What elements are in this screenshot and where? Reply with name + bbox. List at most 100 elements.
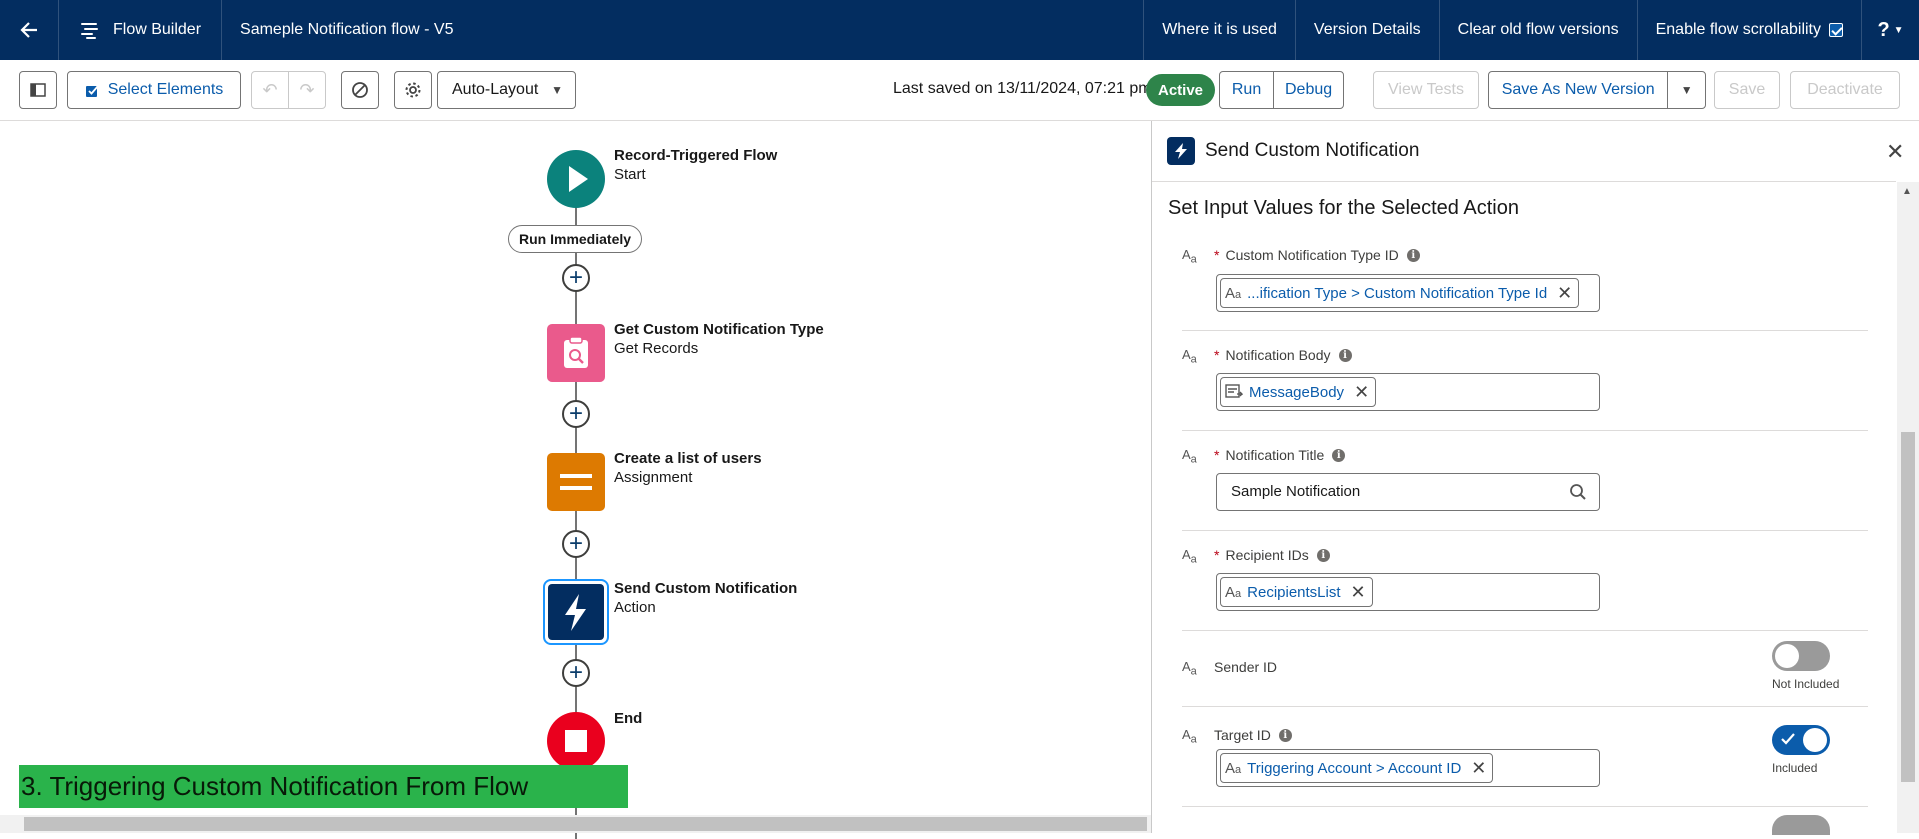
info-icon[interactable]: i (1338, 348, 1352, 362)
remove-icon[interactable]: ✕ (1557, 283, 1572, 304)
start-node[interactable] (546, 149, 606, 209)
scrollbar-thumb[interactable] (24, 817, 1147, 831)
recipient-ids-input[interactable]: Aa RecipientsList ✕ (1216, 573, 1600, 611)
app-name: Flow Builder (59, 0, 221, 60)
check-icon (1781, 733, 1795, 745)
chevron-down-icon: ▼ (1893, 24, 1904, 36)
field-label: * Recipient IDs i (1214, 547, 1330, 563)
add-element-button[interactable]: + (562, 400, 590, 428)
undo-button[interactable]: ↶ (251, 71, 289, 109)
next-field-toggle[interactable] (1772, 815, 1830, 835)
error-check-button[interactable] (341, 71, 379, 109)
scrollability-checkbox[interactable] (1829, 23, 1843, 37)
settings-button[interactable] (394, 71, 432, 109)
panel-icon (30, 83, 46, 97)
lightning-icon (543, 579, 609, 645)
resource-pill[interactable]: MessageBody ✕ (1220, 377, 1377, 407)
toggle-knob (1803, 728, 1827, 752)
last-saved-text: Last saved on 13/11/2024, 07:21 pm (893, 80, 1152, 97)
flow-name: Sameple Notification flow - V5 (240, 21, 454, 38)
vertical-scrollbar[interactable]: ▲ (1897, 182, 1919, 833)
save-as-new-version-button[interactable]: Save As New Version (1489, 72, 1667, 108)
resource-pill-label: MessageBody (1249, 383, 1345, 401)
enable-scrollability-toggle[interactable]: Enable flow scrollability (1636, 0, 1861, 60)
version-details-link[interactable]: Version Details (1294, 0, 1439, 60)
custom-notification-type-input[interactable]: Aa ...ification Type > Custom Notificati… (1216, 274, 1600, 312)
start-node-label: Record-Triggered Flow Start (614, 147, 777, 185)
gear-icon (405, 82, 421, 98)
input-value: Sample Notification (1231, 483, 1361, 500)
text-type-icon: Aa (1182, 727, 1197, 746)
section-heading: Set Input Values for the Selected Action (1168, 197, 1519, 219)
scrollbar-thumb[interactable] (1901, 432, 1915, 782)
resource-pill[interactable]: Aa RecipientsList ✕ (1220, 577, 1373, 607)
target-id-toggle[interactable] (1772, 725, 1830, 755)
add-element-button[interactable]: + (562, 530, 590, 558)
deactivate-button[interactable]: Deactivate (1790, 71, 1900, 109)
select-elements-label: Select Elements (107, 81, 224, 98)
get-records-node[interactable] (546, 323, 606, 383)
assignment-node[interactable] (546, 452, 606, 512)
toggle-state-label: Included (1772, 761, 1818, 775)
end-node[interactable] (546, 711, 606, 771)
prohibit-icon (352, 82, 368, 98)
debug-button[interactable]: Debug (1273, 72, 1343, 108)
info-icon[interactable]: i (1406, 248, 1420, 262)
select-elements-button[interactable]: Select Elements (67, 71, 241, 109)
toggle-panel-button[interactable] (19, 71, 57, 109)
properties-panel: Send Custom Notification ✕ Set Input Val… (1151, 121, 1919, 835)
run-button[interactable]: Run (1220, 72, 1273, 108)
where-used-link[interactable]: Where it is used (1143, 0, 1295, 60)
chevron-down-icon: ▼ (1680, 83, 1693, 97)
text-type-icon: Aa (1182, 247, 1197, 266)
caption-banner: 3. Triggering Custom Notification From F… (19, 765, 628, 808)
info-icon[interactable]: i (1316, 548, 1330, 562)
save-options-button[interactable]: ▼ (1667, 72, 1705, 108)
required-marker: * (1214, 547, 1220, 563)
field-sender-id: Aa Sender ID Not Included (1182, 631, 1868, 707)
resource-pill[interactable]: Aa Triggering Account > Account ID ✕ (1220, 753, 1494, 783)
info-icon[interactable]: i (1278, 728, 1292, 742)
field-label: Target ID i (1214, 727, 1292, 743)
resource-pill-label: RecipientsList (1247, 583, 1341, 601)
sender-id-toggle[interactable] (1772, 641, 1830, 671)
resource-pill-label: Triggering Account > Account ID (1247, 759, 1462, 777)
text-template-icon (1225, 384, 1243, 400)
stop-icon (547, 712, 605, 770)
back-button[interactable] (0, 0, 58, 60)
flow-canvas[interactable]: Run Immediately + + + + Record-Triggered… (0, 121, 1151, 839)
undo-icon: ↶ (262, 79, 278, 100)
checkbox-icon (85, 84, 99, 97)
back-arrow-icon (20, 22, 37, 38)
remove-icon[interactable]: ✕ (1471, 758, 1486, 779)
end-node-label: End (614, 710, 642, 728)
info-icon[interactable]: i (1332, 448, 1346, 462)
close-icon[interactable]: ✕ (1886, 139, 1904, 165)
notification-body-input[interactable]: MessageBody ✕ (1216, 373, 1600, 411)
get-records-node-label: Get Custom Notification Type Get Records (614, 321, 824, 359)
action-node[interactable] (543, 579, 609, 645)
required-marker: * (1214, 347, 1220, 363)
play-icon (547, 150, 605, 208)
remove-icon[interactable]: ✕ (1351, 582, 1366, 603)
save-button[interactable]: Save (1714, 71, 1780, 109)
scroll-up-icon[interactable]: ▲ (1902, 186, 1912, 197)
text-type-icon: Aa (1182, 547, 1197, 566)
view-tests-button[interactable]: View Tests (1373, 71, 1479, 109)
node-subtitle: Assignment (614, 469, 693, 486)
enable-scrollability-label: Enable flow scrollability (1655, 21, 1821, 38)
resource-pill[interactable]: Aa ...ification Type > Custom Notificati… (1220, 278, 1580, 308)
run-immediately-path[interactable]: Run Immediately (508, 225, 643, 253)
text-type-icon: Aa (1182, 447, 1197, 466)
target-id-input[interactable]: Aa Triggering Account > Account ID ✕ (1216, 749, 1600, 787)
notification-title-input[interactable]: Sample Notification (1216, 473, 1600, 511)
clear-old-versions-link[interactable]: Clear old flow versions (1438, 0, 1637, 60)
text-type-icon: Aa (1225, 759, 1242, 777)
remove-icon[interactable]: ✕ (1354, 382, 1369, 403)
redo-button[interactable]: ↷ (288, 71, 326, 109)
help-button[interactable]: ? ▼ (1861, 0, 1919, 60)
layout-select[interactable]: Auto-Layout ▼ (437, 71, 576, 109)
horizontal-scrollbar[interactable] (0, 815, 1151, 833)
add-element-button[interactable]: + (562, 264, 590, 292)
add-element-button[interactable]: + (562, 659, 590, 687)
